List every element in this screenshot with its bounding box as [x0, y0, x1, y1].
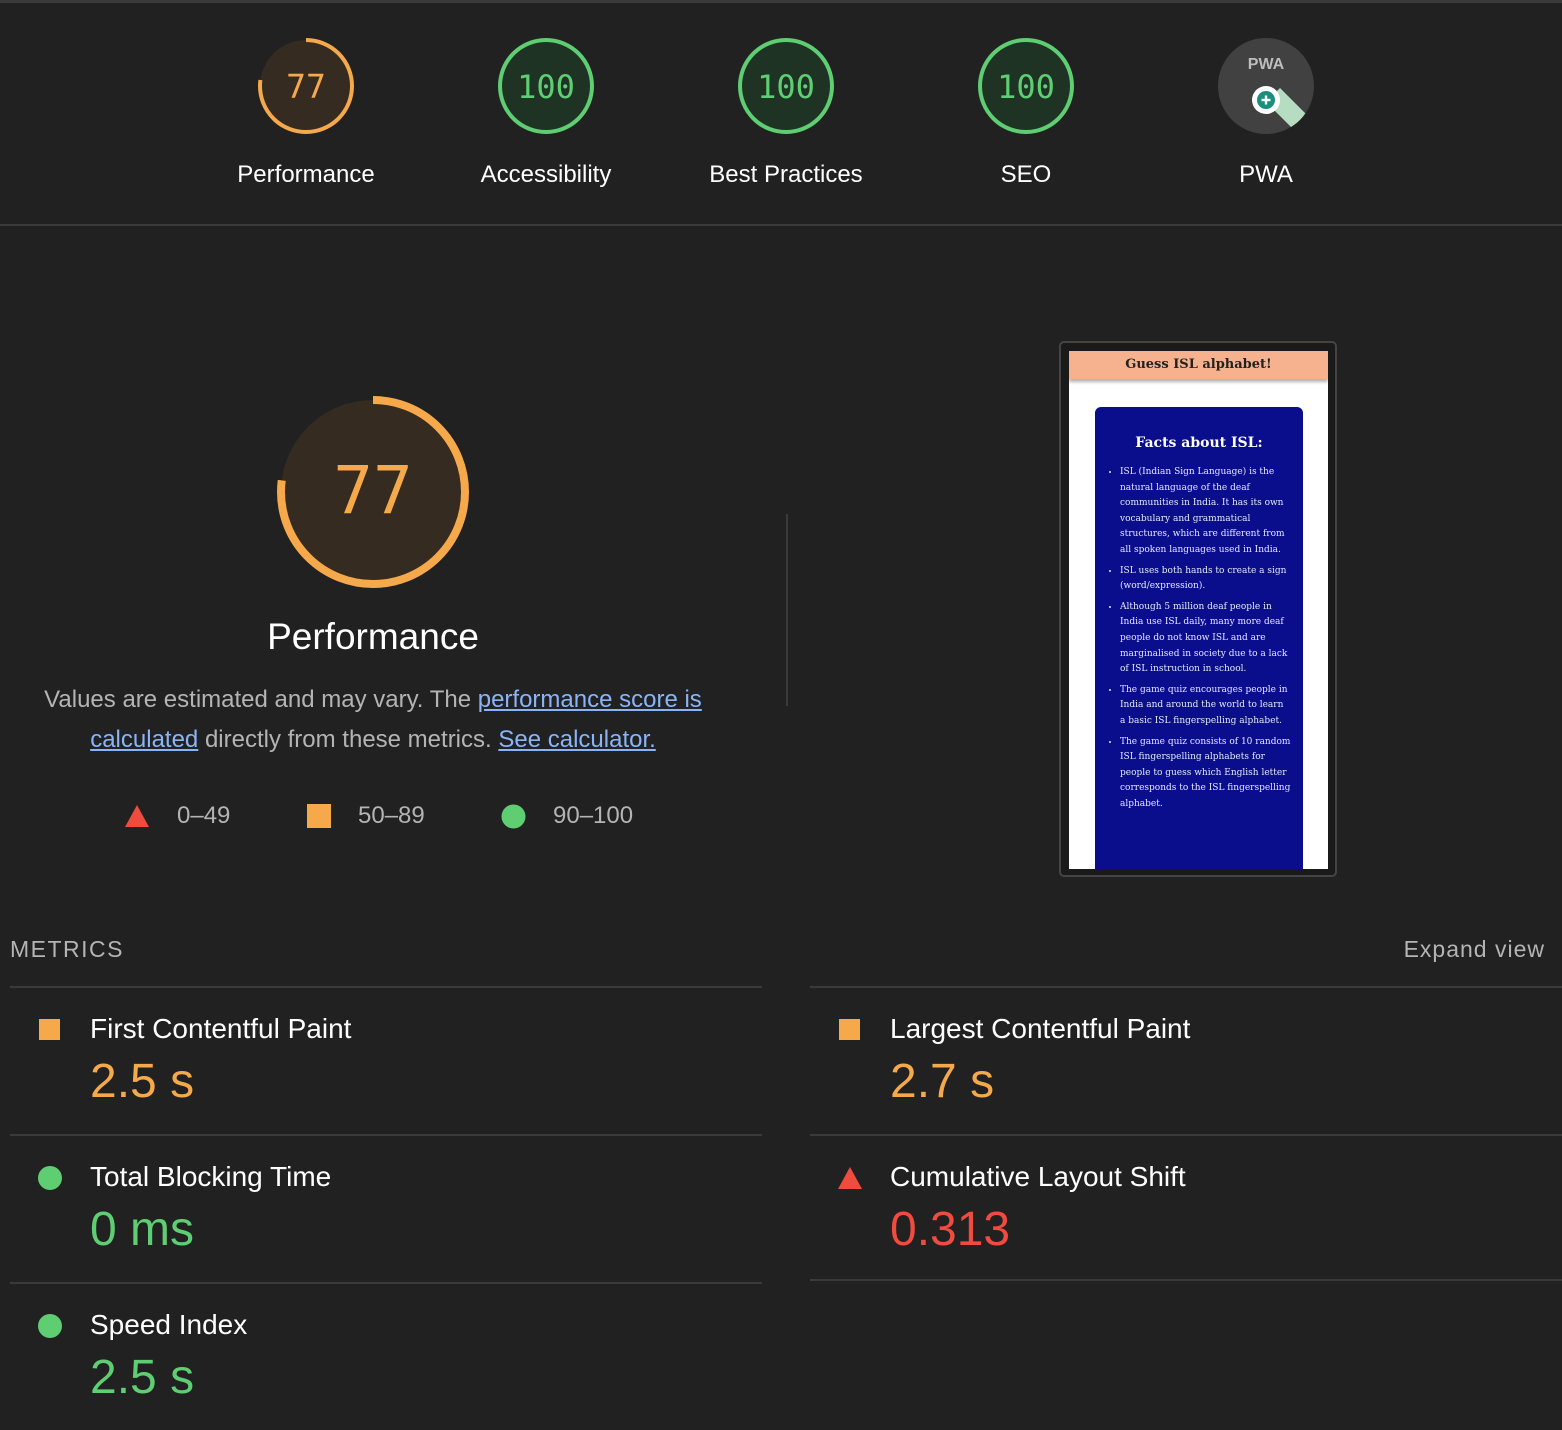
- orange-square-icon: [307, 804, 331, 828]
- category-label: PWA: [1239, 161, 1293, 188]
- metric-title: Speed Index: [90, 1309, 248, 1340]
- red-triangle-icon: [838, 1167, 862, 1189]
- metric-value: 2.5 s: [90, 1055, 195, 1108]
- metric-total-blocking-time: Total Blocking Time 0 ms: [10, 1136, 762, 1282]
- page-screenshot-thumbnail[interactable]: Guess ISL alphabet! Facts about ISL: ISL…: [1059, 341, 1337, 877]
- expand-view-button[interactable]: Expand view: [1404, 936, 1545, 963]
- main-score: 77: [333, 452, 412, 529]
- fact-item: The game quiz encourages people in India…: [1120, 683, 1291, 730]
- seo-score: 100: [997, 68, 1055, 106]
- performance-title: Performance: [267, 616, 479, 657]
- legend-fail: 0–49: [124, 800, 230, 832]
- category-label: Performance: [237, 161, 375, 188]
- metric-title: Largest Contentful Paint: [890, 1013, 1191, 1044]
- metric-first-contentful-paint: First Contentful Paint 2.5 s: [10, 988, 762, 1134]
- green-circle-icon: [501, 804, 526, 828]
- category-seo[interactable]: 100 SEO: [926, 36, 1126, 189]
- category-best-practices[interactable]: 100 Best Practices: [686, 36, 886, 189]
- performance-score: 77: [286, 67, 326, 106]
- category-label: Best Practices: [709, 161, 863, 188]
- metric-value: 2.7 s: [890, 1055, 995, 1108]
- red-triangle-icon: [125, 805, 149, 827]
- metrics-divider: [810, 1279, 1562, 1281]
- metric-speed-index: Speed Index 2.5 s: [10, 1284, 762, 1430]
- performance-description: Values are estimated and may vary. The p…: [30, 680, 716, 760]
- metric-cumulative-layout-shift: Cumulative Layout Shift 0.313: [810, 1136, 1562, 1282]
- category-performance[interactable]: 77 Performance: [206, 36, 406, 189]
- vertical-divider: [786, 514, 788, 706]
- best-practices-score: 100: [757, 68, 815, 106]
- fact-item: ISL (Indian Sign Language) is the natura…: [1120, 465, 1291, 559]
- pwa-badge-icon: PWA: [1218, 38, 1314, 134]
- metric-title: Total Blocking Time: [90, 1161, 332, 1192]
- pwa-badge-text: PWA: [1248, 56, 1285, 73]
- screenshot-facts-list: ISL (Indian Sign Language) is the natura…: [1095, 465, 1303, 812]
- fact-item: Although 5 million deaf people in India …: [1120, 600, 1291, 678]
- performance-main-gauge: 77: [277, 396, 469, 588]
- category-summary-bar: 77 Performance 100 Accessibility 100 Bes…: [0, 0, 1562, 224]
- screenshot-content: Guess ISL alphabet! Facts about ISL: ISL…: [1069, 351, 1328, 869]
- screenshot-facts-card: Facts about ISL: ISL (Indian Sign Langua…: [1095, 407, 1303, 869]
- category-accessibility[interactable]: 100 Accessibility: [446, 36, 646, 189]
- orange-square-icon: [839, 1019, 860, 1040]
- see-calculator-link[interactable]: See calculator.: [498, 726, 655, 753]
- screenshot-card-title: Facts about ISL:: [1135, 435, 1263, 451]
- orange-square-icon: [39, 1019, 60, 1040]
- category-pwa[interactable]: PWA PWA: [1166, 36, 1366, 189]
- screenshot-header: Guess ISL alphabet!: [1069, 351, 1328, 379]
- fact-item: ISL uses both hands to create a sign (wo…: [1120, 564, 1291, 595]
- fact-item: The game quiz consists of 10 random ISL …: [1120, 735, 1291, 813]
- metric-title: First Contentful Paint: [90, 1013, 352, 1044]
- description-text: Values are estimated and may vary. The: [44, 686, 478, 713]
- top-bar-divider: [0, 224, 1562, 226]
- metric-largest-contentful-paint: Largest Contentful Paint 2.7 s: [810, 988, 1562, 1134]
- accessibility-score: 100: [517, 68, 575, 106]
- accessibility-gauge-icon: 100: [498, 38, 594, 134]
- best-practices-gauge-icon: 100: [738, 38, 834, 134]
- legend-label: 90–100: [553, 802, 634, 829]
- seo-gauge-icon: 100: [978, 38, 1074, 134]
- metrics-header: METRICS: [10, 936, 124, 962]
- legend-label: 0–49: [177, 802, 231, 829]
- category-label: SEO: [1000, 161, 1052, 188]
- description-text: directly from these metrics.: [198, 726, 499, 753]
- legend-pass: 90–100: [501, 800, 633, 832]
- performance-gauge-icon: 77: [258, 38, 354, 134]
- metric-title: Cumulative Layout Shift: [890, 1161, 1186, 1192]
- green-circle-icon: [38, 1314, 62, 1338]
- metric-value: 2.5 s: [90, 1351, 195, 1404]
- metric-value: 0.313: [890, 1203, 1011, 1256]
- green-circle-icon: [38, 1166, 62, 1190]
- legend-label: 50–89: [358, 802, 425, 829]
- category-label: Accessibility: [480, 161, 612, 188]
- metric-value: 0 ms: [90, 1203, 195, 1256]
- legend-average: 50–89: [307, 800, 425, 832]
